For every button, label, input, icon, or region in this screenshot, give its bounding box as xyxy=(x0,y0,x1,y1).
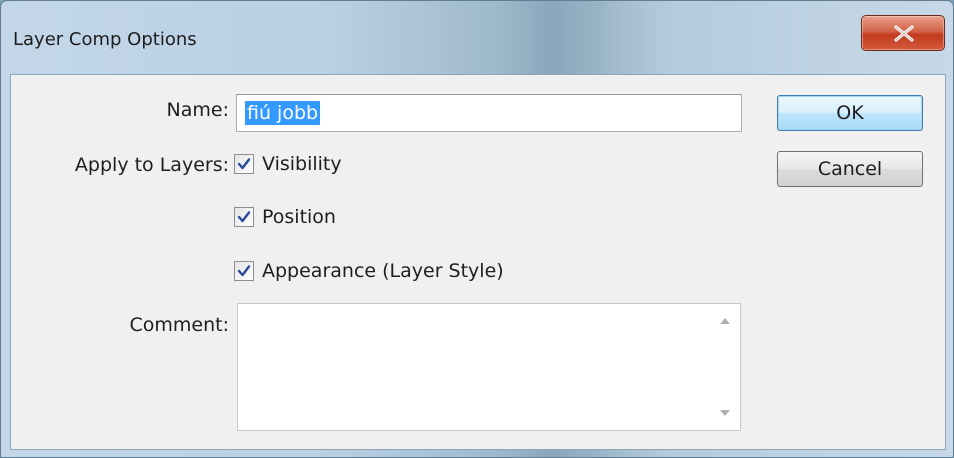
ok-button[interactable]: OK xyxy=(777,95,923,131)
scroll-down-arrow-icon[interactable] xyxy=(719,408,731,418)
dialog-window: Layer Comp Options Name: fiú jobb OK Can… xyxy=(0,0,954,458)
title-bar[interactable]: Layer Comp Options xyxy=(1,1,953,73)
close-icon xyxy=(894,25,914,42)
window-title: Layer Comp Options xyxy=(13,29,197,50)
cancel-button[interactable]: Cancel xyxy=(777,151,923,187)
position-label: Position xyxy=(262,206,336,228)
name-input-value: fiú jobb xyxy=(245,101,321,125)
comment-scrollbar[interactable] xyxy=(710,304,740,430)
checkmark-icon xyxy=(237,158,251,170)
visibility-checkbox[interactable] xyxy=(234,154,254,174)
checkmark-icon xyxy=(237,265,251,277)
comment-textarea[interactable] xyxy=(237,303,741,431)
apply-to-layers-label: Apply to Layers: xyxy=(74,154,229,176)
checkmark-icon xyxy=(237,211,251,223)
close-button[interactable] xyxy=(861,15,945,51)
appearance-checkbox[interactable] xyxy=(234,261,254,281)
visibility-label: Visibility xyxy=(262,153,342,175)
comment-label: Comment: xyxy=(129,314,230,336)
name-input[interactable]: fiú jobb xyxy=(236,94,742,132)
dialog-content: Name: fiú jobb OK Cancel Apply to Layers… xyxy=(10,74,946,450)
appearance-label: Appearance (Layer Style) xyxy=(262,260,504,282)
name-label: Name: xyxy=(166,99,229,121)
scroll-up-arrow-icon[interactable] xyxy=(719,316,731,326)
position-checkbox[interactable] xyxy=(234,207,254,227)
